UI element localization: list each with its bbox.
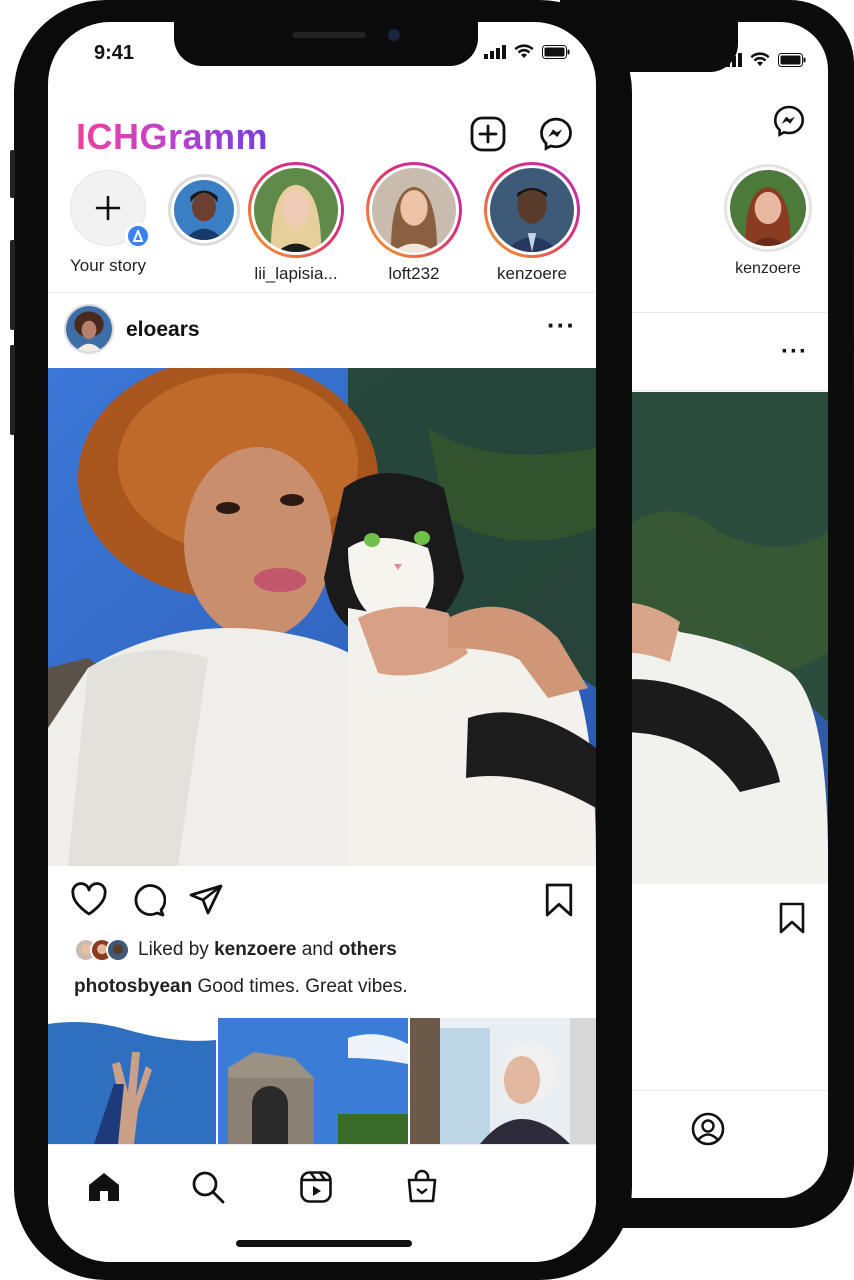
notch bbox=[174, 22, 478, 66]
liker-avatar bbox=[106, 938, 130, 962]
post-header: eloears ··· bbox=[48, 304, 596, 368]
your-story-label: Your story bbox=[70, 256, 146, 275]
tab-search[interactable] bbox=[188, 1167, 228, 1207]
wifi-icon bbox=[514, 44, 534, 58]
thumbnail[interactable] bbox=[410, 1018, 596, 1144]
search-icon bbox=[192, 1171, 225, 1204]
side-button bbox=[10, 150, 15, 198]
tab-shop[interactable] bbox=[402, 1167, 442, 1207]
bookmark-icon[interactable] bbox=[544, 882, 574, 918]
messenger-icon[interactable] bbox=[772, 104, 806, 138]
post-more-button[interactable]: ··· bbox=[547, 310, 576, 341]
story-item[interactable]: lii_lapisia... bbox=[248, 162, 344, 284]
signal-icon bbox=[484, 44, 506, 59]
bookmark-icon[interactable] bbox=[778, 902, 806, 934]
your-story[interactable]: Your story bbox=[60, 162, 156, 276]
reels-icon bbox=[300, 1171, 332, 1203]
next-posts-strip bbox=[48, 1018, 596, 1144]
tab-reels[interactable] bbox=[296, 1167, 336, 1207]
likes-connector: and bbox=[301, 939, 334, 960]
add-post-icon bbox=[470, 116, 506, 152]
messenger-button[interactable] bbox=[536, 114, 576, 154]
back-status-icons bbox=[720, 52, 806, 67]
likes-prefix: Liked by bbox=[138, 939, 209, 960]
likes-text: Liked by kenzoere and others bbox=[138, 939, 397, 961]
back-story-username: kenzoere bbox=[735, 260, 801, 277]
tab-home[interactable] bbox=[84, 1167, 124, 1207]
front-camera bbox=[388, 29, 400, 41]
story-avatar bbox=[369, 165, 459, 255]
thumbnail[interactable] bbox=[218, 1018, 408, 1144]
story-avatar bbox=[727, 167, 809, 249]
story-username: loft232 bbox=[388, 264, 440, 283]
post-avatar[interactable] bbox=[64, 304, 114, 354]
home-icon bbox=[89, 1173, 119, 1201]
messenger-icon bbox=[540, 117, 572, 151]
your-story-circle bbox=[70, 170, 151, 249]
post-caption: photosbyean Good times. Great vibes. bbox=[74, 976, 408, 998]
likes-row: Liked by kenzoere and others bbox=[74, 936, 397, 964]
status-icons bbox=[484, 44, 570, 59]
caption-text: Good times. Great vibes. bbox=[197, 976, 408, 997]
home-indicator bbox=[236, 1240, 412, 1247]
front-phone-frame: 9:41 ICHGramm Your story lii_lapisia... … bbox=[10, 0, 632, 1280]
thumbnail[interactable] bbox=[48, 1018, 216, 1144]
back-post-more-button[interactable]: ··· bbox=[781, 338, 808, 366]
likes-others[interactable]: others bbox=[339, 939, 397, 960]
story-avatar bbox=[487, 165, 577, 255]
story-avatar bbox=[251, 165, 341, 255]
post-username[interactable]: eloears bbox=[126, 318, 200, 342]
speaker bbox=[292, 32, 366, 38]
shop-icon bbox=[407, 1169, 437, 1203]
app-screen: 9:41 ICHGramm Your story lii_lapisia... … bbox=[48, 22, 596, 1262]
story-item[interactable] bbox=[168, 162, 240, 252]
share-icon[interactable] bbox=[188, 882, 224, 918]
signal-icon bbox=[720, 52, 742, 67]
divider bbox=[48, 292, 596, 293]
comment-icon[interactable] bbox=[130, 882, 166, 918]
back-story-item[interactable]: kenzoere bbox=[724, 164, 812, 278]
new-post-button[interactable] bbox=[468, 114, 508, 154]
stories-tray: Your story lii_lapisia... loft232 kenzoe… bbox=[48, 162, 596, 292]
story-username: kenzoere bbox=[497, 264, 567, 283]
likes-user[interactable]: kenzoere bbox=[214, 939, 296, 960]
post-actions bbox=[48, 882, 596, 922]
plus-icon bbox=[95, 195, 121, 221]
battery-icon bbox=[778, 52, 806, 67]
story-item[interactable]: loft232 bbox=[366, 162, 462, 284]
caption-username[interactable]: photosbyean bbox=[74, 976, 192, 997]
story-username: lii_lapisia... bbox=[254, 264, 338, 283]
wifi-icon bbox=[750, 52, 770, 66]
story-avatar bbox=[171, 177, 237, 243]
post-photo[interactable] bbox=[48, 368, 596, 866]
side-button bbox=[10, 240, 15, 330]
app-header: ICHGramm bbox=[48, 92, 596, 162]
story-badge-icon bbox=[125, 223, 151, 249]
profile-icon[interactable] bbox=[690, 1111, 726, 1147]
like-icon[interactable] bbox=[70, 882, 108, 918]
battery-icon bbox=[542, 44, 570, 59]
side-button bbox=[10, 345, 15, 435]
app-logo: ICHGramm bbox=[76, 116, 269, 157]
story-item[interactable]: kenzoere bbox=[484, 162, 580, 284]
status-time: 9:41 bbox=[94, 42, 135, 64]
